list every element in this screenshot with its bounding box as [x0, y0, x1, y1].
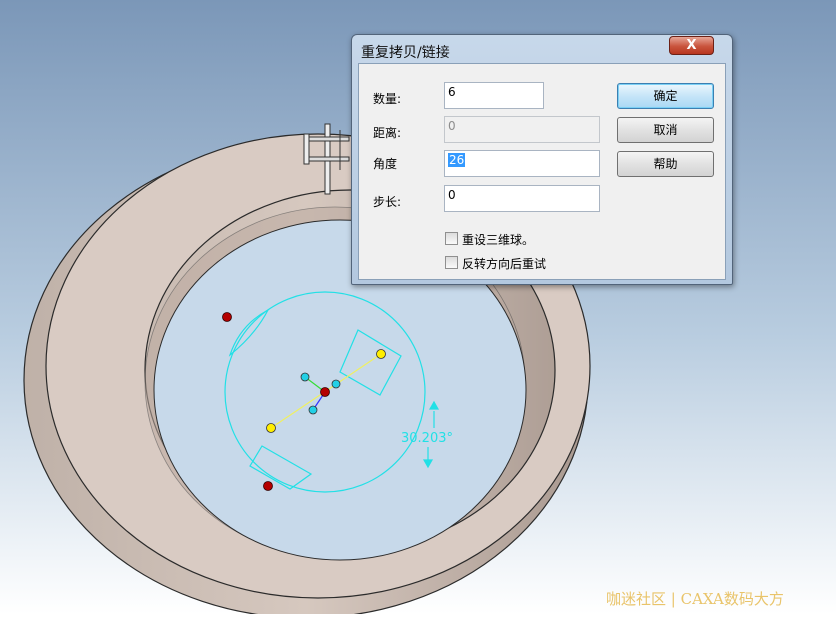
- handle-yellow-left: [266, 423, 276, 433]
- step-label: 步长:: [373, 195, 402, 209]
- reset-ball-checkbox[interactable]: [445, 232, 458, 245]
- cancel-button[interactable]: 取消: [617, 117, 714, 143]
- reset-ball-label: 重设三维球。: [462, 233, 535, 247]
- ok-button[interactable]: 确定: [617, 83, 714, 109]
- watermark: 咖迷社区 | CAXA数码大方: [606, 590, 784, 608]
- dialog-title: 重复拷贝/链接: [361, 45, 450, 61]
- repeat-copy-dialog: 重复拷贝/链接 X 数量: 6 距离: 0 角度 26 步长: 0 重设三维球。…: [351, 34, 733, 285]
- close-button[interactable]: X: [669, 36, 714, 55]
- handle-red-center: [320, 387, 330, 397]
- handle-red-top: [222, 312, 232, 322]
- distance-label: 距离:: [373, 126, 402, 140]
- handle-red-bottom: [263, 481, 273, 491]
- angle-input[interactable]: 26: [444, 150, 600, 177]
- reverse-retry-checkbox[interactable]: [445, 256, 458, 269]
- angle-value: 26: [448, 153, 466, 167]
- handle-cyan-1: [300, 372, 310, 382]
- count-input[interactable]: 6: [444, 82, 544, 109]
- step-input[interactable]: 0: [444, 185, 600, 212]
- reverse-retry-label: 反转方向后重试: [462, 257, 547, 271]
- distance-input[interactable]: 0: [444, 116, 600, 143]
- dialog-client-area: 数量: 6 距离: 0 角度 26 步长: 0 重设三维球。 反转方向后重试 确…: [358, 63, 726, 280]
- handle-cyan-2: [331, 379, 341, 389]
- help-button[interactable]: 帮助: [617, 151, 714, 177]
- angle-annotation: 30.203°: [401, 431, 453, 446]
- handle-yellow-right: [376, 349, 386, 359]
- angle-label: 角度: [373, 157, 398, 171]
- handle-cyan-3: [308, 405, 318, 415]
- count-label: 数量:: [373, 92, 402, 106]
